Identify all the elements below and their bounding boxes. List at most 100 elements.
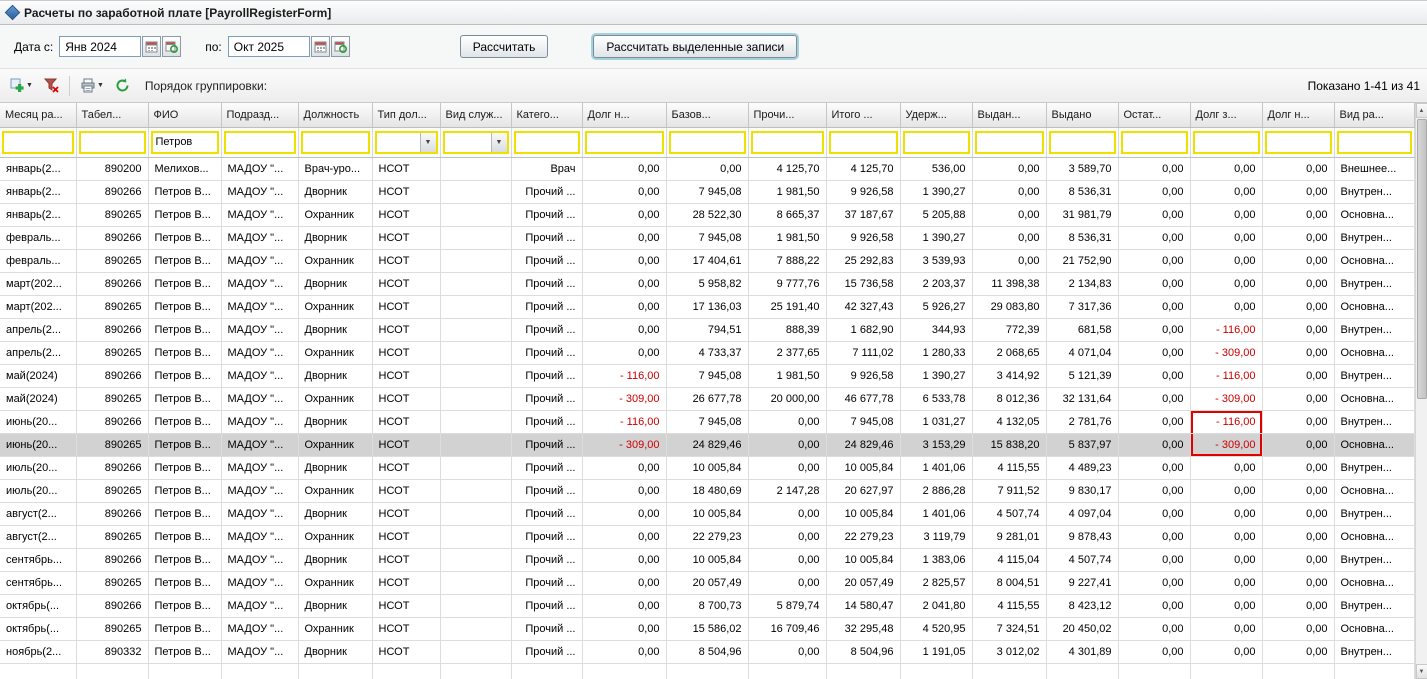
add-button[interactable]: ▼: [6, 74, 37, 98]
column-header-1[interactable]: Табел...: [76, 103, 148, 127]
scroll-down-arrow[interactable]: ▼: [1416, 664, 1427, 679]
cell: 0,00: [1262, 548, 1334, 571]
cell: МАДОУ "...: [221, 571, 298, 594]
print-button[interactable]: ▼: [76, 74, 108, 98]
table-row[interactable]: июль(20...890266Петров В...МАДОУ "...Дво…: [0, 456, 1414, 479]
column-header-9[interactable]: Базов...: [666, 103, 748, 127]
column-header-7[interactable]: Катего...: [511, 103, 582, 127]
column-header-0[interactable]: Месяц ра...: [0, 103, 76, 127]
date-to-input[interactable]: [228, 36, 310, 57]
date-from-picker-button[interactable]: [162, 36, 181, 57]
table-row[interactable]: март(202...890266Петров В...МАДОУ "...Дв…: [0, 272, 1414, 295]
cell: июнь(20...: [0, 433, 76, 456]
table-row-partial[interactable]: [0, 663, 1414, 679]
cell: 0,00: [582, 249, 666, 272]
cell: 536,00: [900, 157, 972, 180]
column-header-18[interactable]: Вид ра...: [1334, 103, 1414, 127]
filter-input-12[interactable]: [905, 133, 968, 152]
calculate-selected-button[interactable]: Рассчитать выделенные записи: [593, 35, 797, 58]
column-header-16[interactable]: Долг з...: [1190, 103, 1262, 127]
filter-input-15[interactable]: [1123, 133, 1186, 152]
filter-input-3[interactable]: [226, 133, 294, 152]
cell: 0,00: [748, 456, 826, 479]
table-row[interactable]: июнь(20...890265Петров В...МАДОУ "...Охр…: [0, 433, 1414, 456]
column-header-4[interactable]: Должность: [298, 103, 372, 127]
filter-input-8[interactable]: [587, 133, 662, 152]
filter-input-0[interactable]: [4, 133, 72, 152]
table-row[interactable]: сентябрь...890266Петров В...МАДОУ "...Дв…: [0, 548, 1414, 571]
table-row[interactable]: январь(2...890265Петров В...МАДОУ "...Ох…: [0, 203, 1414, 226]
filter-input-6[interactable]: [445, 133, 491, 152]
table-row[interactable]: февраль...890265Петров В...МАДОУ "...Охр…: [0, 249, 1414, 272]
table-row[interactable]: июнь(20...890266Петров В...МАДОУ "...Дво…: [0, 410, 1414, 433]
table-row[interactable]: апрель(2...890265Петров В...МАДОУ "...Ох…: [0, 341, 1414, 364]
scrollbar-thumb[interactable]: [1417, 119, 1427, 399]
filter-input-10[interactable]: [753, 133, 822, 152]
calendar-refresh-icon: [165, 40, 178, 53]
column-header-10[interactable]: Прочи...: [748, 103, 826, 127]
column-header-17[interactable]: Долг н...: [1262, 103, 1334, 127]
table-row[interactable]: октябрь(...890265Петров В...МАДОУ "...Ох…: [0, 617, 1414, 640]
cell: 0,00: [748, 548, 826, 571]
filter-input-11[interactable]: [831, 133, 896, 152]
column-header-6[interactable]: Вид служ...: [440, 103, 511, 127]
scroll-up-arrow[interactable]: ▲: [1416, 103, 1427, 118]
filter-input-18[interactable]: [1339, 133, 1410, 152]
cell: НСОТ: [372, 295, 440, 318]
cell: 17 136,03: [666, 295, 748, 318]
column-header-14[interactable]: Выдано: [1046, 103, 1118, 127]
filter-input-4[interactable]: [303, 133, 368, 152]
filter-input-13[interactable]: [977, 133, 1042, 152]
table-row[interactable]: сентябрь...890265Петров В...МАДОУ "...Ох…: [0, 571, 1414, 594]
filter-input-2[interactable]: [153, 133, 217, 152]
cell: МАДОУ "...: [221, 295, 298, 318]
table-row[interactable]: август(2...890265Петров В...МАДОУ "...Ох…: [0, 525, 1414, 548]
table-row[interactable]: май(2024)890265Петров В...МАДОУ "...Охра…: [0, 387, 1414, 410]
table-row[interactable]: апрель(2...890266Петров В...МАДОУ "...Дв…: [0, 318, 1414, 341]
refresh-button[interactable]: [111, 74, 134, 98]
cell: [440, 318, 511, 341]
filter-input-14[interactable]: [1051, 133, 1114, 152]
cell: НСОТ: [372, 157, 440, 180]
table-row[interactable]: февраль...890266Петров В...МАДОУ "...Дво…: [0, 226, 1414, 249]
cell: 0,00: [972, 180, 1046, 203]
filter-input-17[interactable]: [1267, 133, 1330, 152]
table-row[interactable]: июль(20...890265Петров В...МАДОУ "...Охр…: [0, 479, 1414, 502]
column-header-8[interactable]: Долг н...: [582, 103, 666, 127]
cell: [440, 479, 511, 502]
scrollbar-track[interactable]: [1416, 400, 1427, 664]
column-header-5[interactable]: Тип дол...: [372, 103, 440, 127]
filter-input-1[interactable]: [81, 133, 144, 152]
table-row[interactable]: март(202...890265Петров В...МАДОУ "...Ох…: [0, 295, 1414, 318]
vertical-scrollbar[interactable]: ▲ ▼: [1415, 103, 1427, 679]
cell: [748, 663, 826, 679]
table-row[interactable]: январь(2...890266Петров В...МАДОУ "...Дв…: [0, 180, 1414, 203]
cell: 890265: [76, 249, 148, 272]
calculate-button[interactable]: Рассчитать: [460, 35, 549, 58]
table-row[interactable]: январь(2...890200Мелихов...МАДОУ "...Вра…: [0, 157, 1414, 180]
cell: 0,00: [1262, 410, 1334, 433]
filter-dropdown-button-6[interactable]: ▼: [491, 133, 507, 152]
column-header-12[interactable]: Удерж...: [900, 103, 972, 127]
table-row[interactable]: август(2...890266Петров В...МАДОУ "...Дв…: [0, 502, 1414, 525]
date-to-picker-button[interactable]: [331, 36, 350, 57]
filter-dropdown-button-5[interactable]: ▼: [420, 133, 436, 152]
date-from-calendar-button[interactable]: [142, 36, 161, 57]
date-to-calendar-button[interactable]: [311, 36, 330, 57]
window-title: Расчеты по заработной плате [PayrollRegi…: [24, 6, 331, 20]
filter-input-16[interactable]: [1195, 133, 1258, 152]
filter-input-5[interactable]: [377, 133, 420, 152]
table-row[interactable]: май(2024)890266Петров В...МАДОУ "...Двор…: [0, 364, 1414, 387]
column-header-2[interactable]: ФИО: [148, 103, 221, 127]
date-from-input[interactable]: [59, 36, 141, 57]
column-header-11[interactable]: Итого ...: [826, 103, 900, 127]
table-row[interactable]: октябрь(...890266Петров В...МАДОУ "...Дв…: [0, 594, 1414, 617]
column-header-3[interactable]: Подразд...: [221, 103, 298, 127]
column-header-15[interactable]: Остат...: [1118, 103, 1190, 127]
column-header-13[interactable]: Выдан...: [972, 103, 1046, 127]
table-row[interactable]: ноябрь(2...890332Петров В...МАДОУ "...Дв…: [0, 640, 1414, 663]
filter-input-7[interactable]: [516, 133, 578, 152]
clear-filter-button[interactable]: [40, 74, 63, 98]
filter-input-9[interactable]: [671, 133, 744, 152]
cell: МАДОУ "...: [221, 203, 298, 226]
